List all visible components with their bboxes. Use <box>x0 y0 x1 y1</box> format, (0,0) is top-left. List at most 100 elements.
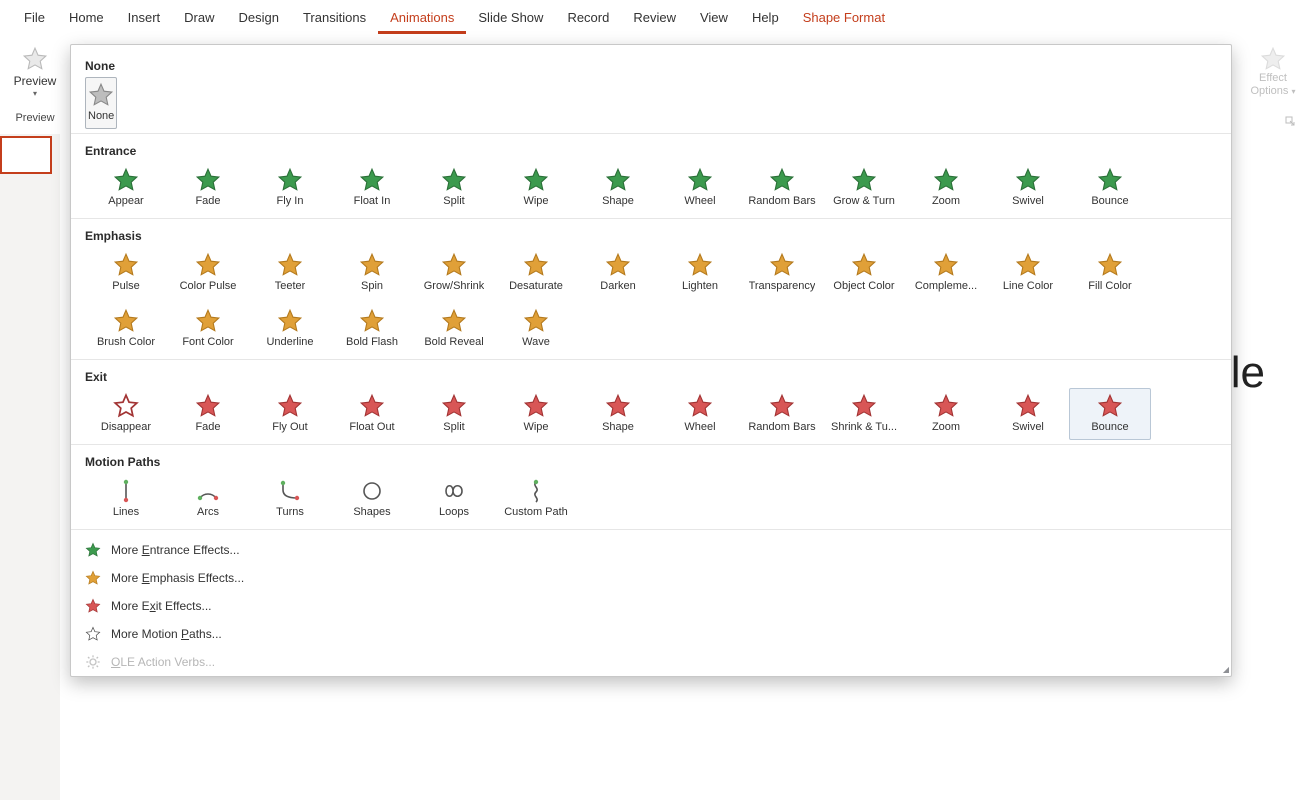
star-icon <box>769 167 795 193</box>
section-title-entrance: Entrance <box>85 140 1217 162</box>
tab-help[interactable]: Help <box>740 2 791 34</box>
animation-exit-split[interactable]: Split <box>413 388 495 440</box>
tab-review[interactable]: Review <box>621 2 688 34</box>
tab-record[interactable]: Record <box>555 2 621 34</box>
tab-draw[interactable]: Draw <box>172 2 226 34</box>
animation-exit-zoom[interactable]: Zoom <box>905 388 987 440</box>
animation-exit-bounce[interactable]: Bounce <box>1069 388 1151 440</box>
star-icon <box>851 167 877 193</box>
animation-motion-lines[interactable]: Lines <box>85 473 167 525</box>
star-icon <box>195 167 221 193</box>
grid-exit: DisappearFade Fly Out Float OutSplit Wipe Sh… <box>85 388 1217 440</box>
animation-emphasis-compleme-[interactable]: Compleme... <box>905 247 987 299</box>
animation-entrance-shape[interactable]: Shape <box>577 162 659 214</box>
star-icon <box>85 570 101 586</box>
tab-insert[interactable]: Insert <box>116 2 173 34</box>
animation-entrance-float-in[interactable]: Float In <box>331 162 413 214</box>
animation-motion-custom-path[interactable]: Custom Path <box>495 473 577 525</box>
animation-emphasis-color-pulse[interactable]: Color Pulse <box>167 247 249 299</box>
star-icon <box>113 393 139 419</box>
animation-emphasis-bold-reveal[interactable]: Bold Reveal <box>413 303 495 355</box>
star-icon <box>605 393 631 419</box>
star-icon <box>113 252 139 278</box>
animation-exit-swivel[interactable]: Swivel <box>987 388 1069 440</box>
animation-motion-arcs[interactable]: Arcs <box>167 473 249 525</box>
animation-emphasis-line-color[interactable]: Line Color <box>987 247 1069 299</box>
section-title-emphasis: Emphasis <box>85 225 1217 247</box>
animation-exit-float-out[interactable]: Float Out <box>331 388 413 440</box>
section-title-motion: Motion Paths <box>85 451 1217 473</box>
animation-exit-wheel[interactable]: Wheel <box>659 388 741 440</box>
divider <box>71 444 1231 445</box>
animation-exit-fade[interactable]: Fade <box>167 388 249 440</box>
animation-emphasis-object-color[interactable]: Object Color <box>823 247 905 299</box>
animation-emphasis-darken[interactable]: Darken <box>577 247 659 299</box>
more-exit-effects[interactable]: More Exit Effects... <box>71 592 1231 620</box>
star-icon <box>1015 393 1041 419</box>
preview-button[interactable]: Preview ▾ <box>14 46 57 98</box>
animation-emphasis-spin[interactable]: Spin <box>331 247 413 299</box>
divider <box>71 133 1231 134</box>
animation-entrance-random-bars[interactable]: Random Bars <box>741 162 823 214</box>
animation-motion-turns[interactable]: Turns <box>249 473 331 525</box>
animation-emphasis-grow-shrink[interactable]: Grow/Shrink <box>413 247 495 299</box>
star-icon <box>1097 393 1123 419</box>
animation-entrance-split[interactable]: Split <box>413 162 495 214</box>
animation-entrance-fly-in[interactable]: Fly In <box>249 162 331 214</box>
animation-exit-wipe[interactable]: Wipe <box>495 388 577 440</box>
animation-entrance-wheel[interactable]: Wheel <box>659 162 741 214</box>
animation-label: Custom Path <box>504 506 568 518</box>
animation-entrance-appear[interactable]: Appear <box>85 162 167 214</box>
star-icon <box>605 167 631 193</box>
chevron-down-icon: ▾ <box>1291 87 1295 96</box>
animation-exit-disappear[interactable]: Disappear <box>85 388 167 440</box>
tab-view[interactable]: View <box>688 2 740 34</box>
tab-home[interactable]: Home <box>57 2 116 34</box>
animation-emphasis-teeter[interactable]: Teeter <box>249 247 331 299</box>
animation-emphasis-wave[interactable]: Wave <box>495 303 577 355</box>
animation-entrance-grow-turn[interactable]: Grow & Turn <box>823 162 905 214</box>
resize-grip-icon[interactable]: ◢ <box>1223 665 1229 674</box>
tab-shape-format[interactable]: Shape Format <box>791 2 897 34</box>
animation-exit-shape[interactable]: Shape <box>577 388 659 440</box>
animation-exit-fly-out[interactable]: Fly Out <box>249 388 331 440</box>
animation-emphasis-bold-flash[interactable]: Bold Flash <box>331 303 413 355</box>
tab-animations[interactable]: Animations <box>378 2 466 34</box>
tab-slide-show[interactable]: Slide Show <box>466 2 555 34</box>
animation-emphasis-lighten[interactable]: Lighten <box>659 247 741 299</box>
animation-emphasis-transparency[interactable]: Transparency <box>741 247 823 299</box>
more-emphasis-effects[interactable]: More Emphasis Effects... <box>71 564 1231 592</box>
animation-entrance-fade[interactable]: Fade <box>167 162 249 214</box>
animation-none-none[interactable]: None <box>85 77 117 129</box>
animation-label: Zoom <box>932 195 960 207</box>
animation-exit-random-bars[interactable]: Random Bars <box>741 388 823 440</box>
animation-label: Spin <box>361 280 383 292</box>
motion-path-icon <box>359 478 385 504</box>
animation-entrance-wipe[interactable]: Wipe <box>495 162 577 214</box>
star-icon <box>277 252 303 278</box>
animation-motion-loops[interactable]: Loops <box>413 473 495 525</box>
tab-file[interactable]: File <box>12 2 57 34</box>
animation-emphasis-desaturate[interactable]: Desaturate <box>495 247 577 299</box>
animation-entrance-swivel[interactable]: Swivel <box>987 162 1069 214</box>
tab-transitions[interactable]: Transitions <box>291 2 378 34</box>
slide-thumbnail-1[interactable] <box>0 136 52 174</box>
star-icon <box>441 308 467 334</box>
more-motion-paths[interactable]: More Motion Paths... <box>71 620 1231 648</box>
star-icon <box>441 167 467 193</box>
star-icon <box>769 393 795 419</box>
animation-motion-shapes[interactable]: Shapes <box>331 473 413 525</box>
animation-emphasis-underline[interactable]: Underline <box>249 303 331 355</box>
animation-emphasis-brush-color[interactable]: Brush Color <box>85 303 167 355</box>
animation-label: Wipe <box>523 421 548 433</box>
more-entrance-effects[interactable]: More Entrance Effects... <box>71 536 1231 564</box>
animation-emphasis-pulse[interactable]: Pulse <box>85 247 167 299</box>
dialog-launcher-icon[interactable] <box>1285 116 1295 126</box>
animation-entrance-bounce[interactable]: Bounce <box>1069 162 1151 214</box>
animation-entrance-zoom[interactable]: Zoom <box>905 162 987 214</box>
animation-emphasis-fill-color[interactable]: Fill Color <box>1069 247 1151 299</box>
animation-label: Fly Out <box>272 421 307 433</box>
animation-emphasis-font-color[interactable]: Font Color <box>167 303 249 355</box>
animation-exit-shrink-tu-[interactable]: Shrink & Tu... <box>823 388 905 440</box>
tab-design[interactable]: Design <box>227 2 291 34</box>
